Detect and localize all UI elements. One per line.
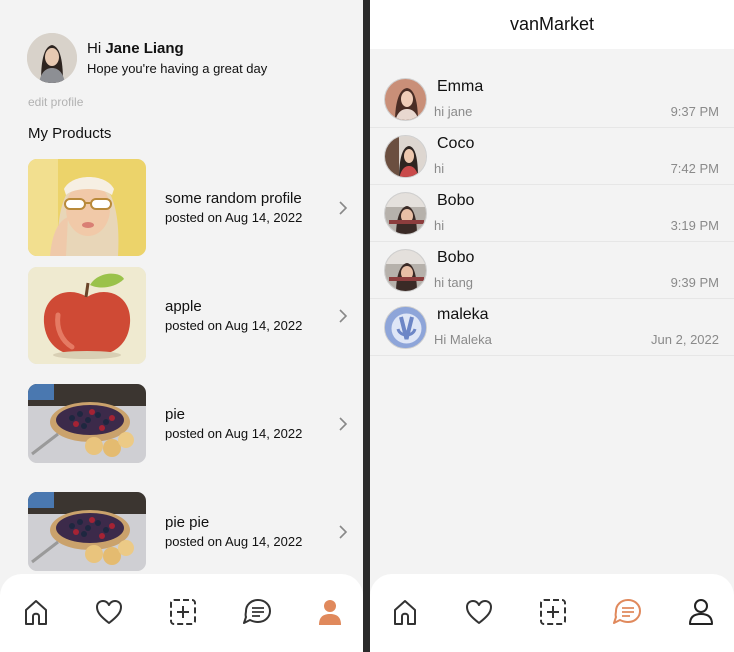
home-icon (394, 600, 416, 625)
chat-time: 7:42 PM (670, 161, 719, 176)
chevron-right-icon (339, 308, 348, 323)
chat-time: 3:19 PM (670, 218, 719, 233)
chat-name: Coco (437, 135, 475, 152)
tab-favorites[interactable] (92, 595, 126, 629)
chevron-right-icon (339, 200, 348, 215)
product-name: pie pie (165, 514, 210, 531)
profile-header: Hi Jane Liang Hope you're having a great… (27, 33, 267, 83)
user-name: Jane Liang (105, 40, 184, 57)
product-image (28, 384, 146, 463)
chat-name: Emma (437, 78, 484, 95)
chat-last-message: hi (434, 218, 445, 233)
product-name: pie (165, 406, 186, 423)
tab-messages[interactable] (240, 595, 274, 629)
tab-home[interactable] (19, 595, 53, 629)
product-date: posted on Aug 14, 2022 (165, 426, 303, 441)
product-name: apple (165, 298, 202, 315)
home-icon (25, 600, 47, 625)
app-title: vanMarket (370, 0, 734, 49)
profile-icon (689, 599, 713, 625)
section-title: My Products (28, 125, 112, 142)
chat-time: Jun 2, 2022 (651, 332, 719, 347)
product-item[interactable]: apple posted on Aug 14, 2022 (28, 267, 353, 364)
user-avatar (27, 33, 77, 83)
product-item[interactable]: some random profile posted on Aug 14, 20… (28, 159, 353, 256)
chat-time: 9:39 PM (670, 275, 719, 290)
profile-icon (319, 600, 341, 625)
chat-item[interactable]: Bobo hi 3:19 PM (370, 185, 734, 242)
chat-icon (243, 599, 271, 624)
chat-item[interactable]: Bobo hi tang 9:39 PM (370, 242, 734, 299)
chat-item[interactable]: maleka Hi Maleka Jun 2, 2022 (370, 299, 734, 356)
product-image (28, 159, 146, 256)
edit-profile-link[interactable]: edit profile (28, 95, 83, 109)
chat-last-message: Hi Maleka (434, 332, 492, 347)
product-date: posted on Aug 14, 2022 (165, 318, 303, 333)
tagline: Hope you're having a great day (87, 61, 268, 76)
product-image (28, 492, 146, 571)
chat-avatar (384, 306, 427, 349)
chat-item[interactable]: Emma hi jane 9:37 PM (370, 71, 734, 128)
heart-icon (466, 600, 492, 624)
heart-icon (96, 600, 122, 624)
chat-last-message: hi (434, 161, 445, 176)
chat-last-message: hi tang (434, 275, 474, 290)
chat-time: 9:37 PM (670, 104, 719, 119)
chevron-right-icon (339, 416, 348, 431)
product-item[interactable]: pie pie posted on Aug 14, 2022 (28, 483, 353, 580)
product-item[interactable]: pie posted on Aug 14, 2022 (28, 375, 353, 472)
bottom-tab-bar (0, 574, 363, 652)
greeting: Hi Jane Liang (87, 40, 184, 57)
tab-add-post[interactable] (166, 595, 200, 629)
chat-icon (613, 599, 641, 624)
chat-avatar (384, 192, 427, 235)
chat-avatar (384, 249, 427, 292)
chat-list-screen: vanMarket Emma hi jane 9:37 PM Coco hi 7… (370, 0, 734, 652)
chat-last-message: hi jane (434, 104, 473, 119)
product-image (28, 267, 146, 364)
tab-profile[interactable] (684, 595, 718, 629)
tab-favorites[interactable] (462, 595, 496, 629)
chat-name: maleka (437, 306, 489, 323)
tab-home[interactable] (388, 595, 422, 629)
product-date: posted on Aug 14, 2022 (165, 210, 303, 225)
tab-profile[interactable] (313, 595, 347, 629)
chat-name: Bobo (437, 192, 475, 209)
chevron-right-icon (339, 524, 348, 539)
bottom-tab-bar (370, 574, 734, 652)
chat-item[interactable]: Coco hi 7:42 PM (370, 128, 734, 185)
product-date: posted on Aug 14, 2022 (165, 534, 303, 549)
product-name: some random profile (165, 190, 302, 207)
tab-messages[interactable] (610, 595, 644, 629)
chat-name: Bobo (437, 249, 475, 266)
tab-add-post[interactable] (536, 595, 570, 629)
chat-avatar (384, 78, 427, 121)
add-post-icon (170, 599, 196, 625)
profile-screen: Hi Jane Liang Hope you're having a great… (0, 0, 363, 652)
add-post-icon (540, 599, 566, 625)
chat-avatar (384, 135, 427, 178)
panel-divider (363, 0, 370, 652)
